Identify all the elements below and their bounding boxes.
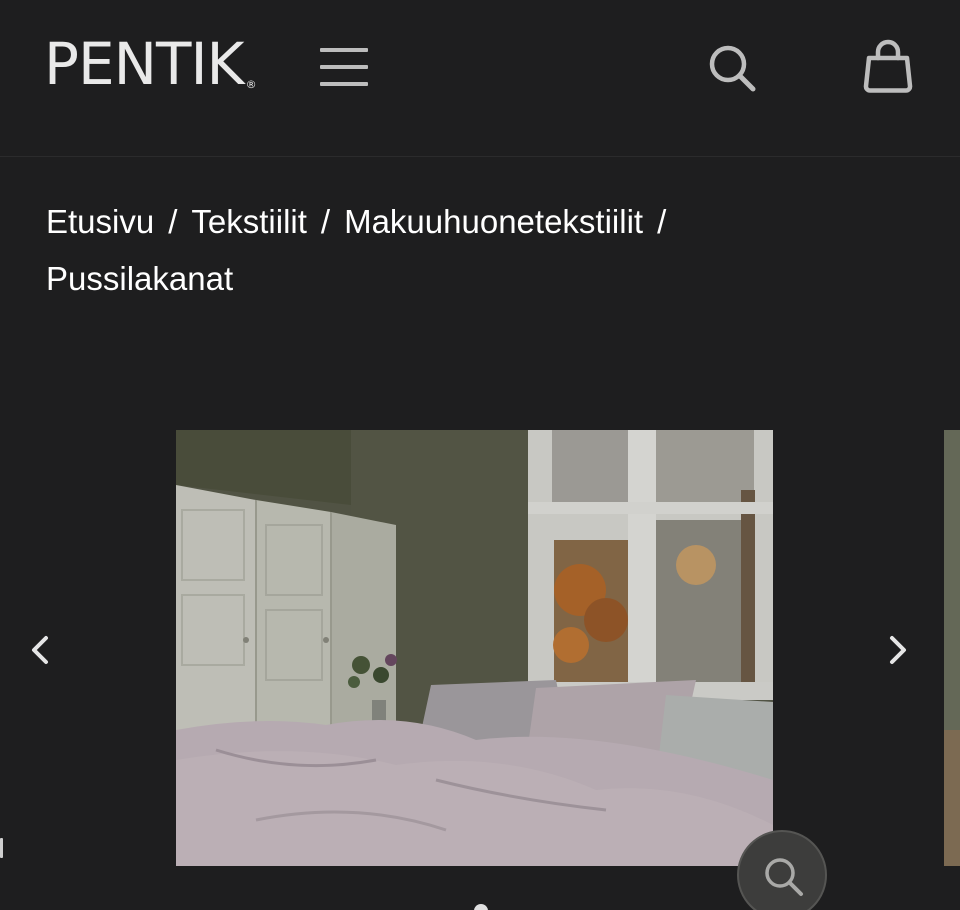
zoom-search-icon[interactable]	[737, 830, 827, 910]
breadcrumb-separator: /	[320, 203, 331, 240]
breadcrumb-current-pussilakanat: Pussilakanat	[46, 260, 234, 297]
shopping-bag-icon[interactable]	[860, 38, 916, 98]
logo-text: PENTIK	[44, 30, 245, 98]
previous-slide-edge	[0, 838, 3, 858]
breadcrumb: Etusivu / Tekstiilit / Makuuhuonetekstiilit /…	[46, 193, 906, 307]
product-image-gallery	[0, 430, 960, 910]
breadcrumb-link-etusivu[interactable]: Etusivu	[46, 203, 154, 240]
gallery-pagination-dot[interactable]	[474, 904, 488, 910]
bedroom-photo	[176, 430, 773, 866]
chevron-right-icon[interactable]	[876, 628, 920, 672]
breadcrumb-link-tekstiilit[interactable]: Tekstiilit	[191, 203, 307, 240]
product-image[interactable]	[176, 430, 773, 866]
breadcrumb-link-makuuhuonetekstiilit[interactable]: Makuuhuonetekstiilit	[344, 203, 643, 240]
chevron-left-icon[interactable]	[18, 628, 62, 672]
next-slide-preview[interactable]	[944, 430, 960, 866]
site-header: PENTIK ®	[0, 0, 960, 157]
registered-mark: ®	[245, 78, 257, 91]
hamburger-menu-icon[interactable]	[318, 44, 370, 90]
search-icon[interactable]	[704, 40, 760, 96]
breadcrumb-separator: /	[168, 203, 178, 240]
breadcrumb-separator: /	[657, 203, 667, 240]
pentik-logo[interactable]: PENTIK ®	[44, 32, 257, 96]
